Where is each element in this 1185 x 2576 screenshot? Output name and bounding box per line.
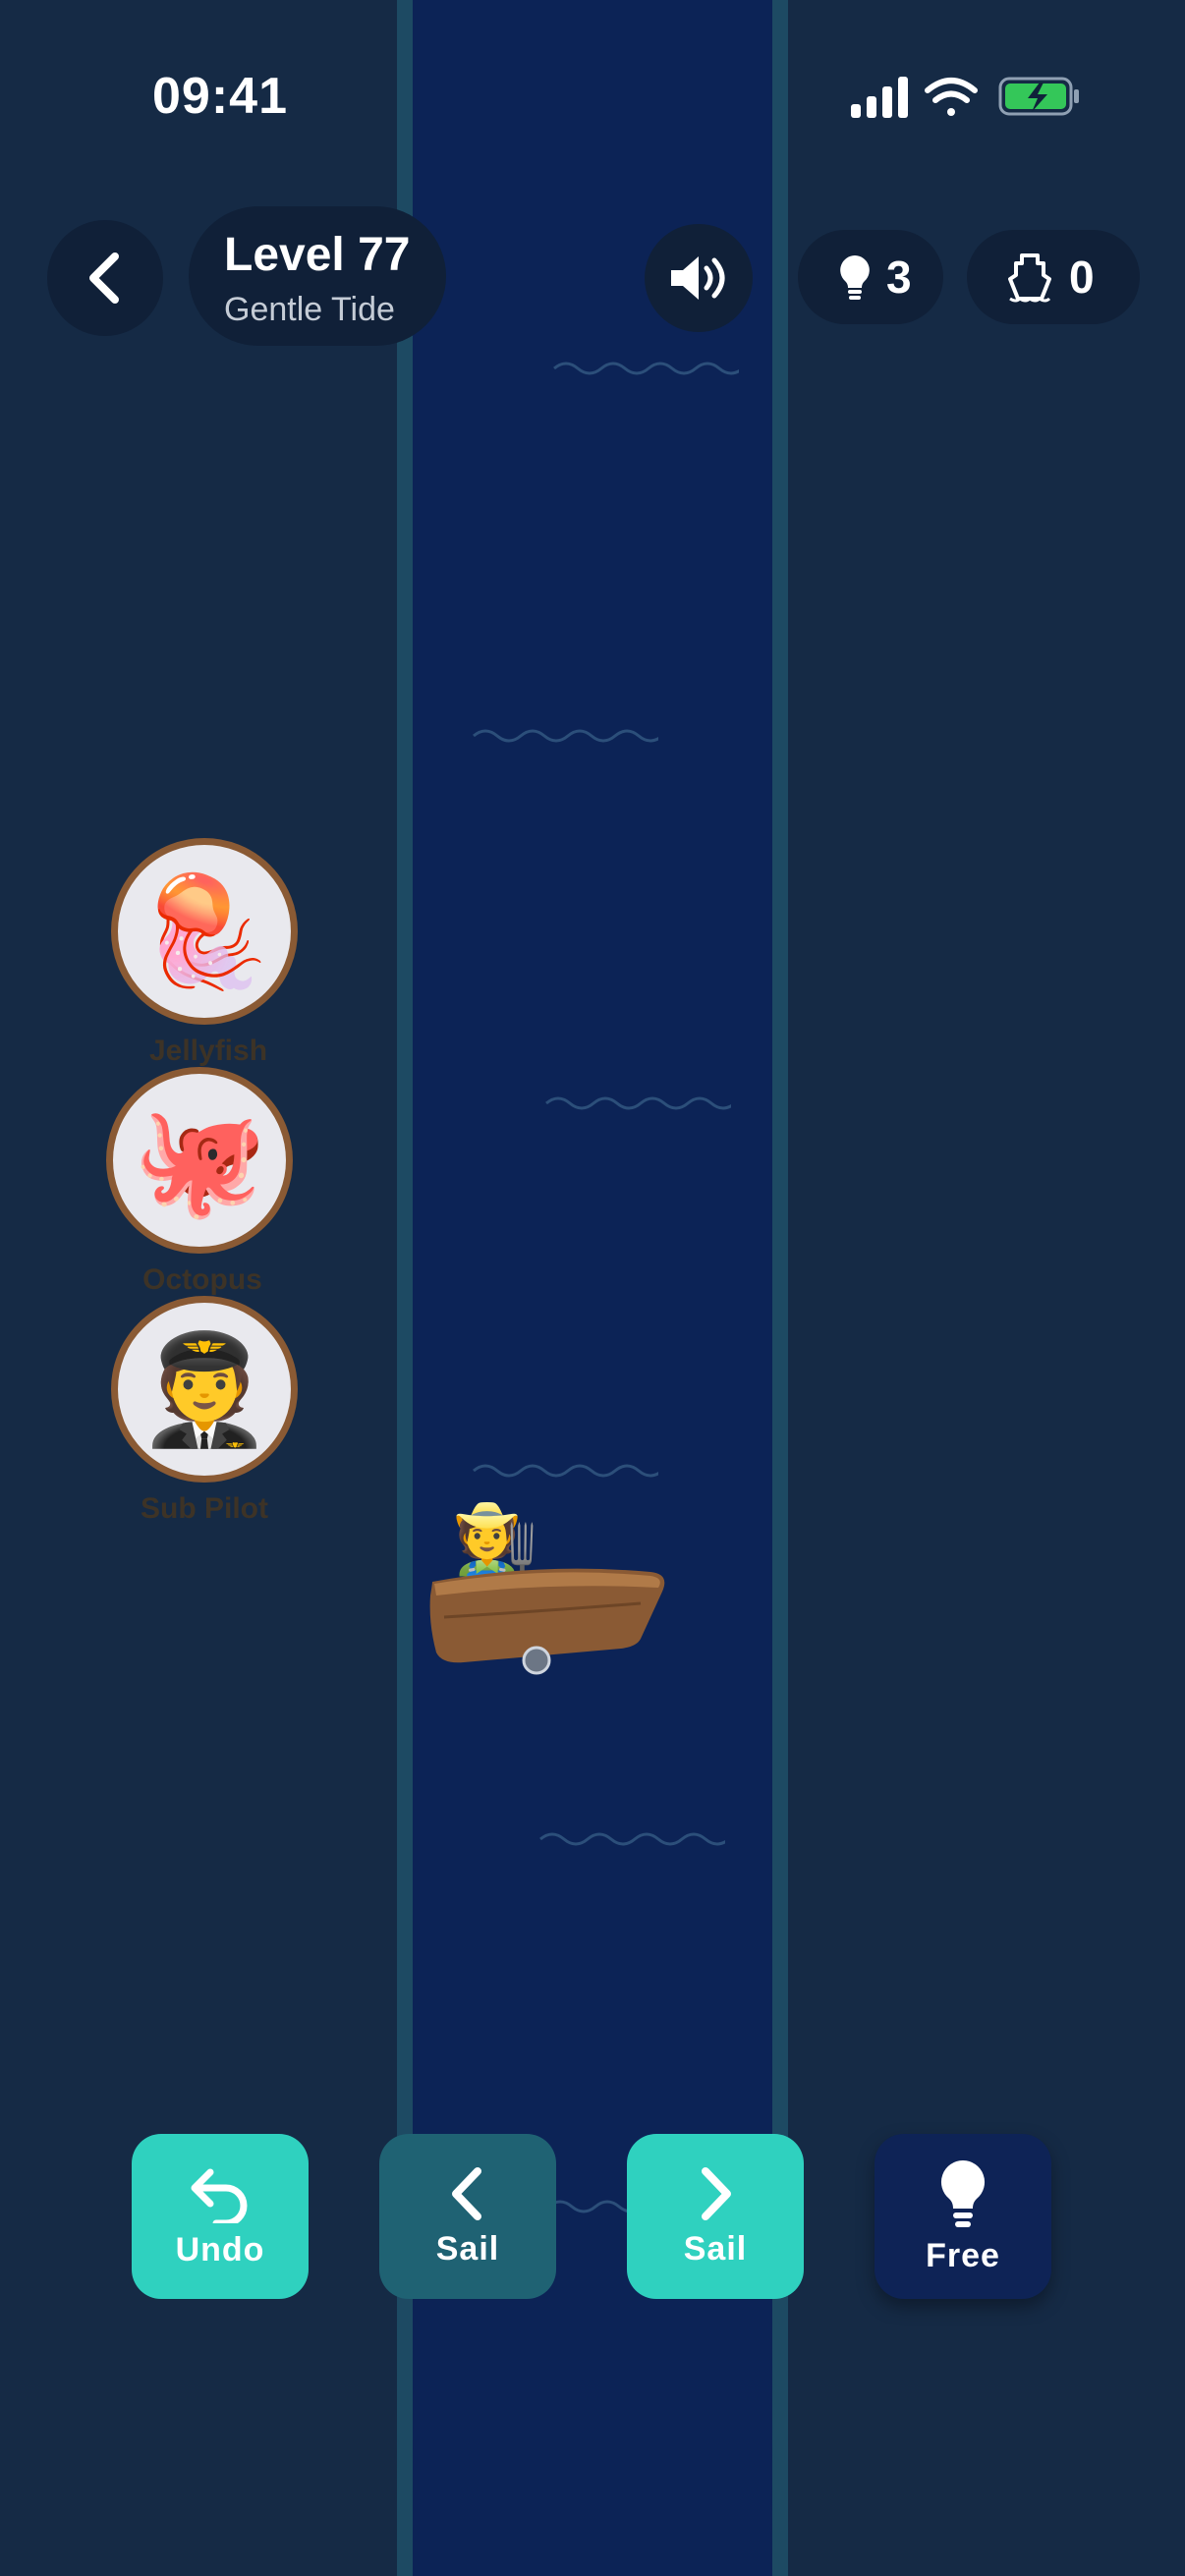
wave-decoration xyxy=(473,729,658,743)
battery-icon xyxy=(998,77,1079,116)
free-hint-button[interactable]: Free xyxy=(875,2134,1051,2299)
wave-decoration xyxy=(553,362,739,375)
octopus-icon: 🐙 xyxy=(132,1099,267,1221)
wave-decoration xyxy=(473,1464,658,1478)
hint-counter[interactable]: 3 xyxy=(798,230,943,324)
lightbulb-icon xyxy=(940,2159,986,2227)
sound-toggle-button[interactable] xyxy=(645,224,753,332)
boat[interactable]: 🧑‍🌾 xyxy=(424,1493,668,1676)
character-label: Octopus xyxy=(142,1263,262,1296)
level-title: Level 77 xyxy=(224,229,411,281)
sail-right-button[interactable]: Sail xyxy=(627,2134,804,2299)
status-indicators xyxy=(851,77,1079,118)
wave-decoration xyxy=(545,1096,731,1110)
sail-left-button[interactable]: Sail xyxy=(379,2134,556,2299)
ship-icon xyxy=(1008,253,1051,303)
sail-left-label: Sail xyxy=(435,2229,500,2268)
boats-count: 0 xyxy=(1069,252,1095,303)
chevron-left-icon xyxy=(89,252,119,304)
hints-count: 3 xyxy=(886,252,912,303)
undo-button[interactable]: Undo xyxy=(132,2134,309,2299)
wifi-icon xyxy=(925,78,978,116)
undo-label: Undo xyxy=(175,2230,265,2268)
speaker-icon xyxy=(671,256,725,300)
level-subtitle: Gentle Tide xyxy=(224,291,395,328)
character-label: Sub Pilot xyxy=(141,1492,268,1525)
character-octopus[interactable]: 🐙 xyxy=(106,1067,293,1254)
chevron-right-icon xyxy=(702,2166,731,2220)
character-label: Jellyfish xyxy=(148,1035,268,1067)
sail-right-label: Sail xyxy=(683,2229,748,2268)
back-button[interactable] xyxy=(47,220,163,336)
level-info: Level 77 Gentle Tide xyxy=(189,206,446,346)
pilot-icon: 🧑‍✈️ xyxy=(137,1328,272,1450)
undo-icon xyxy=(191,2168,248,2223)
character-sub-pilot[interactable]: 🧑‍✈️ xyxy=(111,1296,298,1483)
wave-decoration xyxy=(539,1832,725,1846)
cellular-signal-icon xyxy=(851,77,908,118)
status-time: 09:41 xyxy=(152,68,288,125)
boats-counter: 0 xyxy=(967,230,1140,324)
free-label: Free xyxy=(926,2236,1000,2274)
lightbulb-icon xyxy=(840,255,870,300)
wooden-boat-icon xyxy=(429,1568,665,1675)
character-jellyfish[interactable]: 🪼 xyxy=(111,838,298,1025)
chevron-left-icon xyxy=(452,2166,481,2220)
jellyfish-icon: 🪼 xyxy=(137,870,272,992)
